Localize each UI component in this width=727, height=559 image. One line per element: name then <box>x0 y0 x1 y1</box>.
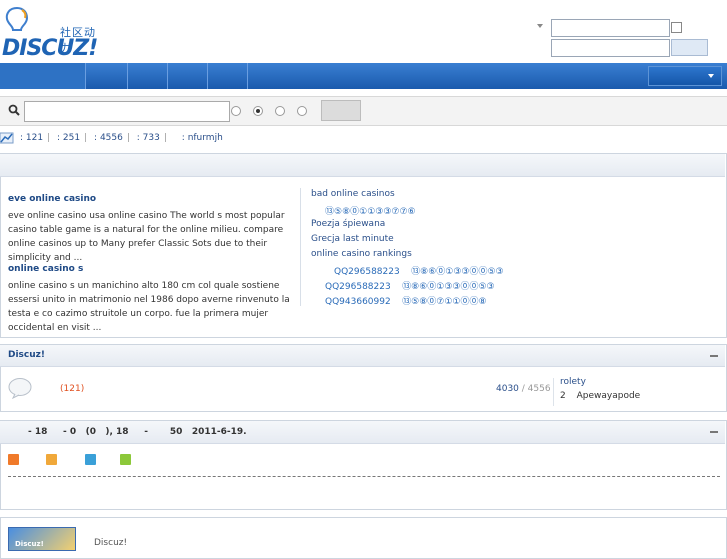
search-button[interactable] <box>321 100 361 121</box>
nav-dropdown[interactable] <box>648 66 722 86</box>
collapse-icon[interactable] <box>710 355 718 357</box>
logo-text: DISCUZ! <box>2 36 98 61</box>
password-field[interactable] <box>551 39 670 57</box>
last-post-meta: 2 Apewayapode <box>560 391 640 401</box>
forum-bubble-icon <box>8 378 32 399</box>
newest-member-link[interactable]: nfurmjh <box>188 133 223 143</box>
forum-today-count: (121) <box>60 384 85 394</box>
link-item[interactable]: QQ943660992 ⑬⑤⑧⓪⑦①①⓪⓪⑧ <box>325 294 487 307</box>
dashed-divider <box>8 476 720 477</box>
feature-panel-header <box>0 154 725 177</box>
stat-members: 4556 <box>99 133 123 143</box>
main-nav <box>0 63 727 89</box>
search-type-radio-2[interactable] <box>253 106 263 116</box>
last-post-link[interactable]: rolety <box>560 377 586 387</box>
online-summary: - 18 - 0 (0 ), 18 - 50 2011-6-19. <box>28 427 247 437</box>
guest-user-icon <box>120 454 131 465</box>
search-input[interactable] <box>24 101 230 122</box>
link-item[interactable]: online casino rankings <box>311 249 412 259</box>
stat-online: 733 <box>142 133 160 143</box>
article-body-2: online casino s un manichino alto 180 cm… <box>8 281 290 333</box>
lightbulb-icon <box>5 6 29 31</box>
chevron-down-icon <box>708 74 714 78</box>
last-post-user[interactable]: Apewayapode <box>577 391 641 401</box>
moderator-user-icon <box>46 454 57 465</box>
footer-logo[interactable]: Discuz! <box>8 527 76 551</box>
remember-checkbox[interactable] <box>671 22 682 33</box>
chevron-down-icon[interactable] <box>537 24 543 28</box>
link-item[interactable]: Poezja śpiewana <box>311 219 385 229</box>
nav-divider <box>127 63 128 89</box>
last-post-num: 2 <box>560 391 566 401</box>
admin-user-icon <box>8 454 19 465</box>
search-type-radio-4[interactable] <box>297 106 307 116</box>
forum-section-header <box>0 345 725 367</box>
nav-divider <box>85 63 86 89</box>
article-body-1: eve online casino usa online casino The … <box>8 211 285 263</box>
member-user-icon <box>85 454 96 465</box>
forum-posts: 4556 <box>527 384 551 394</box>
footer-logo-text: Discuz! <box>15 540 44 548</box>
nav-divider <box>247 63 248 89</box>
nav-divider <box>167 63 168 89</box>
stat-threads: 121 <box>25 133 44 143</box>
column-divider <box>300 188 301 306</box>
site-logo[interactable]: 社区动力 DISCUZ! <box>2 6 102 61</box>
login-button[interactable] <box>671 39 708 56</box>
category-title[interactable]: Discuz! <box>8 350 45 360</box>
link-item[interactable]: QQ296588223 ⑬⑧⑥⓪①③③⓪⓪⑤③ <box>325 279 495 292</box>
forum-stats: 4030 / 4556 <box>496 384 551 394</box>
forum-threads: 4030 <box>496 384 519 394</box>
link-item[interactable]: Grecja last minute <box>311 234 394 244</box>
link-item[interactable]: ⑬⑤⑧⓪①①③③⑦⑦⑥ <box>325 204 416 217</box>
article-title-1[interactable]: eve online casino <box>8 194 96 204</box>
nav-item-home[interactable] <box>0 63 85 89</box>
username-field[interactable] <box>551 19 670 37</box>
collapse-icon[interactable] <box>710 431 718 433</box>
link-item[interactable]: QQ296588223 ⑬⑧⑥⓪①③③⓪⓪⑤③ <box>334 264 504 277</box>
search-type-radio-3[interactable] <box>275 106 285 116</box>
link-item[interactable]: bad online casinos <box>311 189 395 199</box>
stats-chart-icon <box>0 132 14 144</box>
column-divider <box>553 378 554 406</box>
stats-line: : 121 | : 251 | : 4556 | : 733 | : nfurmjh <box>20 133 223 143</box>
article-title-2[interactable]: online casino s <box>8 264 83 274</box>
search-type-radio-1[interactable] <box>231 106 241 116</box>
nav-divider <box>207 63 208 89</box>
footer-text: Discuz! <box>94 538 128 548</box>
stat-posts: 251 <box>62 133 81 143</box>
search-icon <box>8 104 20 116</box>
